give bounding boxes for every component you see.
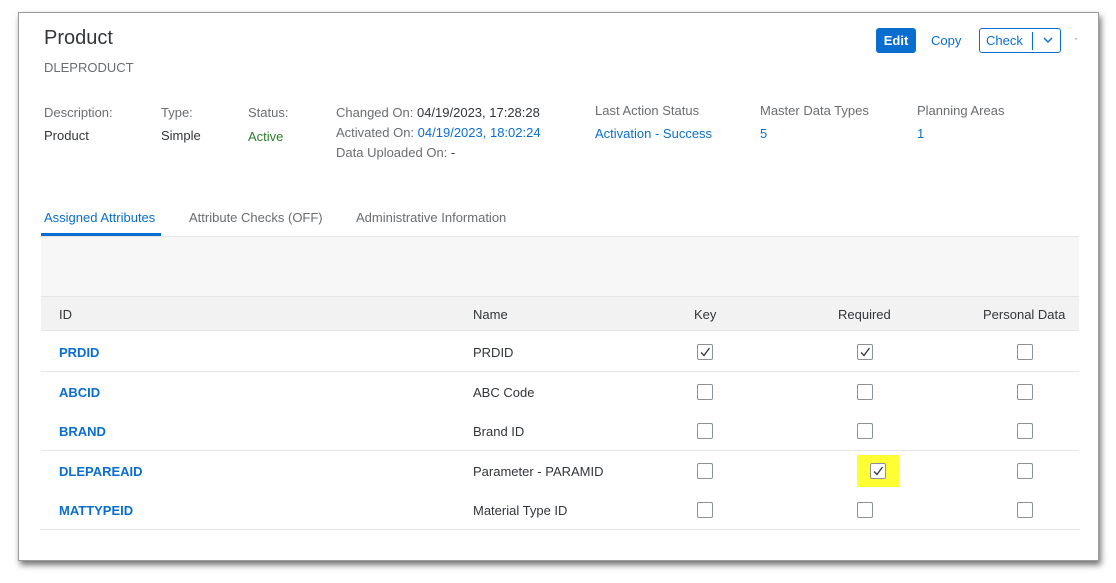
copy-button[interactable]: Copy bbox=[931, 33, 961, 48]
table-header: ID Name Key Required Personal Data bbox=[41, 296, 1079, 331]
description-label: Description: bbox=[44, 105, 113, 120]
key-checkbox[interactable] bbox=[697, 502, 713, 518]
column-header-personal-data[interactable]: Personal Data bbox=[983, 307, 1065, 322]
last-action-status-link[interactable]: Activation - Success bbox=[595, 126, 712, 141]
page-subtitle: DLEPRODUCT bbox=[44, 60, 134, 75]
table-row[interactable]: BRAND Brand ID bbox=[41, 411, 1079, 451]
row-name: Brand ID bbox=[473, 424, 525, 439]
description-value: Product bbox=[44, 128, 89, 143]
row-name: ABC Code bbox=[473, 385, 535, 400]
page-title: Product bbox=[44, 27, 113, 49]
changed-on-value: 04/19/2023, 17:28:28 bbox=[416, 105, 540, 120]
data-uploaded-on-label: Data Uploaded On: bbox=[336, 145, 448, 160]
column-header-id[interactable]: ID bbox=[59, 307, 72, 322]
key-checkbox[interactable] bbox=[697, 463, 713, 479]
planning-areas-label: Planning Areas bbox=[917, 103, 1005, 118]
required-checkbox[interactable] bbox=[857, 502, 873, 518]
status-value: Active bbox=[248, 129, 284, 144]
type-label: Type: bbox=[161, 105, 193, 120]
row-id-link[interactable]: MATTYPEID bbox=[59, 503, 133, 518]
data-uploaded-on-value: - bbox=[450, 145, 456, 160]
tab-attribute-checks[interactable]: Attribute Checks (OFF) bbox=[189, 210, 323, 225]
personal-data-checkbox[interactable] bbox=[1017, 384, 1033, 400]
master-data-types-label: Master Data Types bbox=[760, 103, 869, 118]
split-divider bbox=[1032, 32, 1033, 50]
type-value: Simple bbox=[161, 128, 201, 143]
personal-data-checkbox[interactable] bbox=[1017, 463, 1033, 479]
key-checkbox[interactable] bbox=[697, 344, 713, 360]
overflow-dot: · bbox=[1074, 31, 1078, 45]
chevron-down-icon[interactable] bbox=[1038, 31, 1058, 49]
status-label: Status: bbox=[248, 105, 289, 120]
row-id-link[interactable]: BRAND bbox=[59, 424, 106, 439]
required-checkbox[interactable] bbox=[857, 384, 873, 400]
table-row[interactable]: ABCID ABC Code bbox=[41, 372, 1079, 412]
tab-assigned-attributes[interactable]: Assigned Attributes bbox=[44, 210, 155, 225]
column-header-required[interactable]: Required bbox=[838, 307, 891, 322]
activated-on-label: Activated On: bbox=[336, 125, 415, 140]
activated-on-value[interactable]: 04/19/2023, 18:02:24 bbox=[418, 125, 541, 140]
table-row[interactable]: MATTYPEID Material Type ID bbox=[41, 490, 1079, 530]
checkmark-icon bbox=[700, 347, 711, 357]
key-checkbox[interactable] bbox=[697, 423, 713, 439]
check-split-button[interactable]: Check bbox=[979, 28, 1061, 53]
column-header-name[interactable]: Name bbox=[473, 307, 508, 322]
table-toolbar bbox=[41, 237, 1079, 296]
required-checkbox[interactable] bbox=[857, 423, 873, 439]
edit-button[interactable]: Edit bbox=[876, 28, 916, 53]
checkmark-icon bbox=[860, 347, 871, 357]
master-data-types-link[interactable]: 5 bbox=[760, 126, 767, 141]
required-checkbox[interactable] bbox=[870, 463, 886, 479]
row-name: Parameter - PARAMID bbox=[473, 464, 604, 479]
product-object-page: Product DLEPRODUCT Edit Copy Check · Des… bbox=[18, 12, 1099, 561]
column-header-key[interactable]: Key bbox=[694, 307, 716, 322]
row-name: PRDID bbox=[473, 345, 514, 360]
checkmark-icon bbox=[873, 466, 884, 476]
planning-areas-link[interactable]: 1 bbox=[917, 126, 924, 141]
table-row[interactable]: PRDID PRDID bbox=[41, 332, 1079, 372]
changed-on-label: Changed On: bbox=[336, 105, 414, 120]
row-id-link[interactable]: ABCID bbox=[59, 385, 100, 400]
tab-administrative-information[interactable]: Administrative Information bbox=[356, 210, 506, 225]
personal-data-checkbox[interactable] bbox=[1017, 344, 1033, 360]
key-checkbox[interactable] bbox=[697, 384, 713, 400]
personal-data-checkbox[interactable] bbox=[1017, 423, 1033, 439]
last-action-status-label: Last Action Status bbox=[595, 103, 700, 118]
table-row[interactable]: DLEPAREAID Parameter - PARAMID bbox=[41, 451, 1079, 491]
required-checkbox[interactable] bbox=[857, 344, 873, 360]
row-id-link[interactable]: PRDID bbox=[59, 345, 99, 360]
check-button-label[interactable]: Check bbox=[986, 33, 1023, 48]
row-name: Material Type ID bbox=[473, 503, 568, 518]
personal-data-checkbox[interactable] bbox=[1017, 502, 1033, 518]
row-id-link[interactable]: DLEPAREAID bbox=[59, 464, 143, 479]
